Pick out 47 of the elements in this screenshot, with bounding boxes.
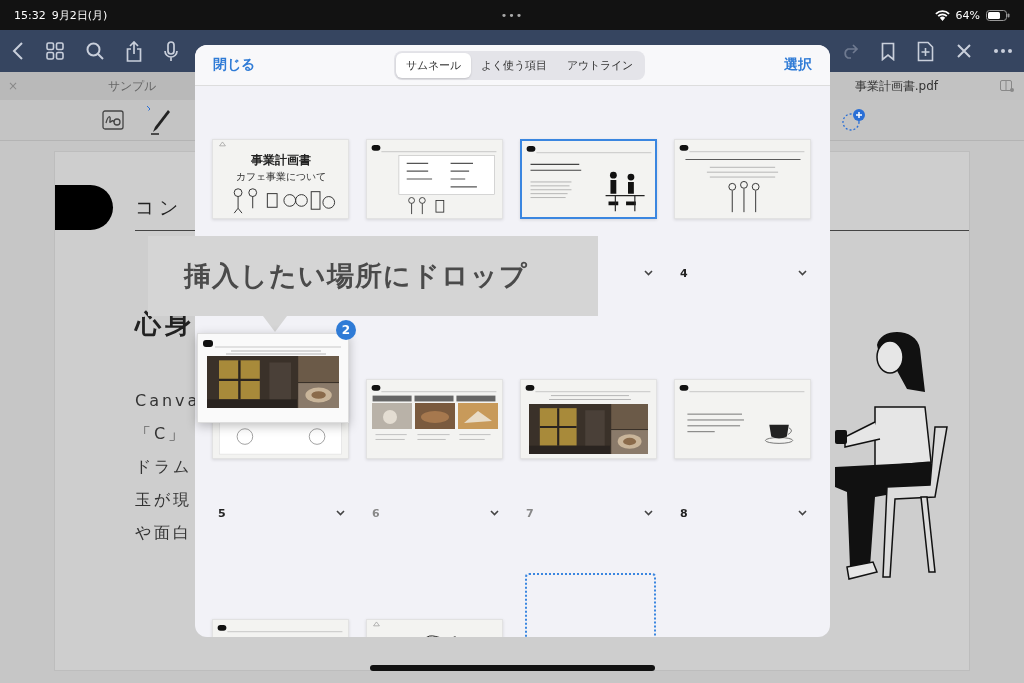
segment-tab[interactable]: よく使う項目: [471, 52, 557, 78]
pen-icon[interactable]: [144, 105, 172, 135]
share-icon[interactable]: [126, 40, 142, 62]
body-text: 玉が現: [135, 489, 192, 511]
chevron-down-icon[interactable]: [336, 510, 345, 516]
grid-icon[interactable]: [46, 42, 64, 60]
caption-banner: 挿入したい場所にドロップ: [148, 236, 598, 316]
chevron-down-icon[interactable]: [644, 510, 653, 516]
lasso-add-icon[interactable]: [841, 108, 867, 132]
slide-subtitle: カフェ事業について: [235, 170, 326, 184]
multitask-dots[interactable]: •••: [500, 8, 524, 22]
wifi-icon: [934, 9, 950, 21]
page-thumbnail[interactable]: 事業計画書 カフェ事業について: [212, 139, 349, 219]
page-number: 4: [680, 266, 688, 280]
page-number: 8: [680, 506, 688, 520]
segment-tab[interactable]: アウトライン: [557, 52, 643, 78]
status-date: 9月2日(月): [51, 7, 108, 23]
close-icon[interactable]: [956, 43, 972, 59]
page-number: 5: [218, 506, 226, 520]
battery-icon: [986, 9, 1010, 21]
body-text: ドラム: [135, 456, 192, 478]
search-icon[interactable]: [86, 42, 104, 60]
page-number: 7: [526, 506, 534, 520]
body-text: 「C」: [135, 423, 188, 445]
status-time: 15:32: [14, 8, 46, 22]
slide-title: 事業計画書: [250, 152, 311, 169]
drag-preview-tooltip[interactable]: [197, 333, 349, 423]
heading-text: コン: [135, 194, 183, 220]
microphone-icon[interactable]: [164, 40, 178, 62]
bookmark-icon[interactable]: [881, 41, 895, 61]
body-text: や面白: [135, 522, 192, 544]
close-button[interactable]: 閉じる: [211, 54, 257, 76]
caption-pointer: [263, 316, 287, 332]
segment-tab[interactable]: サムネール: [396, 52, 471, 78]
lasso-zoom-icon[interactable]: [102, 110, 124, 130]
page-thumbnail[interactable]: [520, 139, 657, 219]
back-icon[interactable]: [12, 42, 24, 60]
select-button[interactable]: 選択: [782, 54, 814, 76]
chevron-down-icon[interactable]: [490, 510, 499, 516]
chevron-down-icon[interactable]: [644, 270, 653, 276]
page-number: 6: [372, 506, 380, 520]
chevron-down-icon[interactable]: [798, 270, 807, 276]
add-page-icon[interactable]: [917, 40, 934, 62]
body-text: Canva: [135, 390, 201, 412]
more-icon[interactable]: [994, 49, 1012, 53]
chevron-down-icon[interactable]: [798, 510, 807, 516]
battery-percent: 64%: [955, 8, 980, 22]
